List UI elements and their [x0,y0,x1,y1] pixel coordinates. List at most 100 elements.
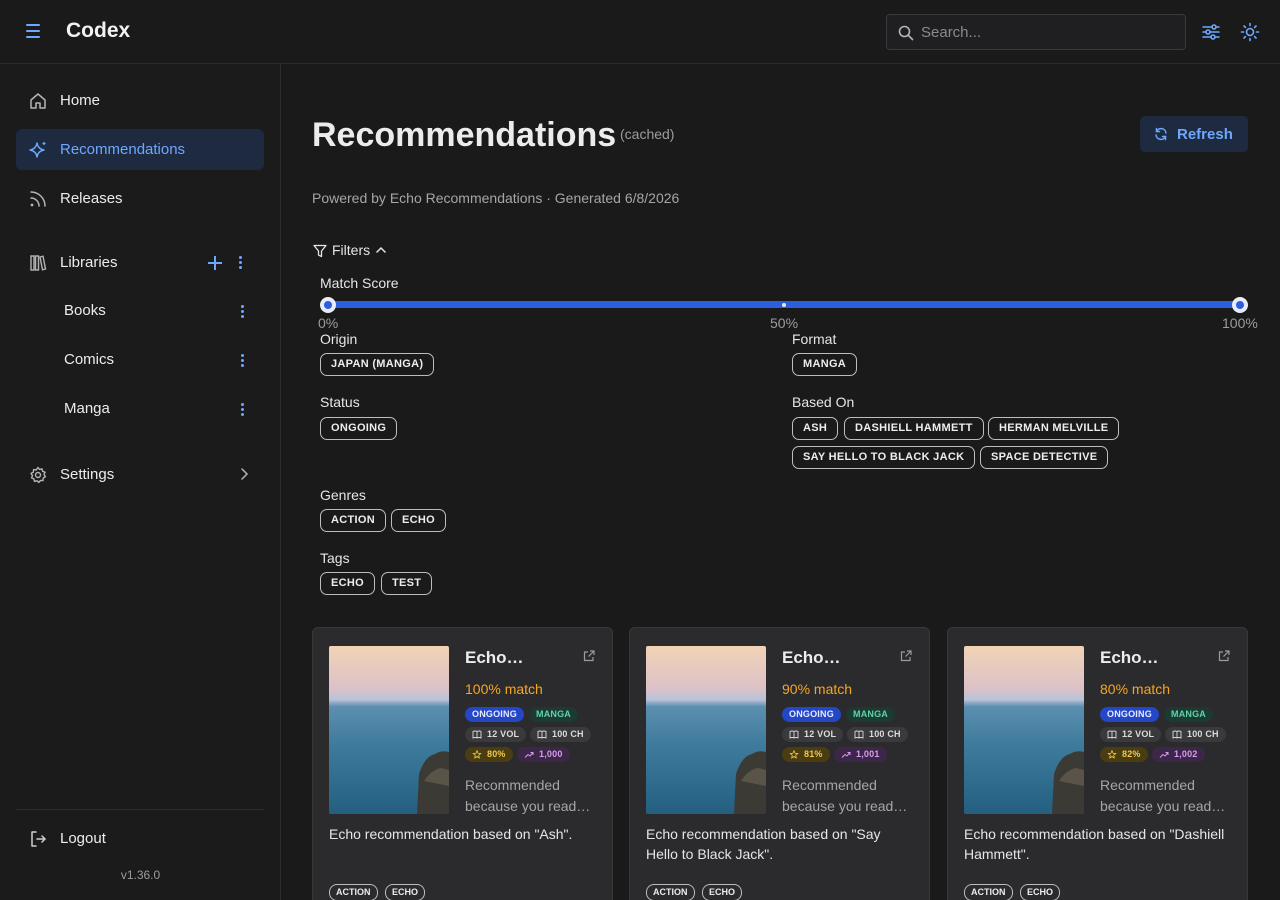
rss-icon [30,191,46,207]
sidebar-item-recommendations[interactable]: Recommendations [16,129,264,170]
volumes-badge: 12 VOL [782,727,844,742]
genre-tag: ACTION [964,884,1013,900]
trending-icon [524,752,534,758]
origin-label: Origin [320,331,358,347]
sidebar: Home Recommendations Releases Libraries … [0,64,281,900]
reason-line: Recommended [1100,777,1195,793]
slider-min-handle[interactable] [320,297,336,313]
based-on-chip[interactable]: SAY HELLO TO BLACK JACK [792,446,976,469]
book-icon [1172,730,1182,739]
format-badge: MANGA [1164,707,1213,722]
genre-chip[interactable]: ECHO [391,509,446,532]
library-item-books[interactable]: Books [16,291,264,331]
card-description: Echo recommendation based on "Dashiell H… [964,826,1225,862]
book-icon [1107,730,1117,739]
library-item-label: Books [64,302,106,319]
search-box[interactable] [886,14,1186,50]
card-title[interactable]: Echo… [1100,648,1159,668]
origin-chip[interactable]: JAPAN (MANGA) [320,353,435,376]
status-chip[interactable]: ONGOING [320,417,398,440]
slider-mid-label: 50% [770,315,799,331]
theme-toggle-icon[interactable] [1240,22,1260,42]
library-more-icon[interactable] [241,354,245,368]
chapters-value: 100 CH [1187,729,1219,739]
card-title[interactable]: Echo… [782,648,841,668]
card-description: Echo recommendation based on "Ash". [329,826,573,842]
format-badge: MANGA [846,707,895,722]
sidebar-item-libraries[interactable]: Libraries [16,242,264,283]
reason-line: because you read… [465,798,591,814]
add-library-icon[interactable] [208,256,222,270]
library-item-label: Comics [64,351,115,368]
format-chip[interactable]: MANGA [792,353,858,376]
reason-line: Recommended [782,777,877,793]
gear-icon [30,466,47,484]
popularity-badge: 1,002 [1152,747,1205,762]
library-more-icon[interactable] [241,403,245,417]
based-on-chip[interactable]: SPACE DETECTIVE [980,446,1109,469]
genres-label: Genres [320,487,366,503]
book-icon [789,730,799,739]
recommendation-reason: Recommended because you read… [782,775,914,817]
slider-max-label: 100% [1222,315,1258,331]
logout-label: Logout [60,830,106,847]
trending-icon [841,752,851,758]
reason-line: Recommended [465,777,560,793]
slider-max-handle[interactable] [1232,297,1248,313]
card-title[interactable]: Echo… [465,648,524,668]
rating-badge: 81% [782,747,830,762]
popularity-value: 1,000 [539,749,563,759]
status-badge: ONGOING [782,707,841,722]
sidebar-item-label: Releases [60,190,123,207]
sidebar-item-settings[interactable]: Settings [16,454,264,495]
recommendation-card[interactable]: Echo… 100% match ONGOING MANGA 12 VOL 10… [312,627,613,900]
libraries-more-icon[interactable] [239,256,243,270]
search-icon [898,25,914,41]
external-link-icon[interactable] [1218,650,1230,662]
external-link-icon[interactable] [583,650,595,662]
rating-badge: 82% [1100,747,1148,762]
sidebar-item-releases[interactable]: Releases [16,178,264,219]
app-title[interactable]: Codex [66,19,130,43]
cached-indicator: (cached) [620,126,675,142]
logout-button[interactable]: Logout [16,818,264,859]
format-label: Format [792,331,837,347]
sidebar-item-label: Recommendations [60,141,186,158]
match-score: 100% match [465,681,543,697]
genre-tag: ACTION [646,884,695,900]
tag-chip[interactable]: ECHO [320,572,375,595]
chapters-badge: 100 CH [1165,727,1226,742]
recommendation-card[interactable]: Echo… 90% match ONGOING MANGA 12 VOL 100… [629,627,930,900]
tag-chip[interactable]: TEST [381,572,433,595]
search-input[interactable] [921,15,1171,49]
library-item-comics[interactable]: Comics [16,340,264,380]
refresh-label: Refresh [1177,126,1233,143]
menu-icon[interactable] [22,20,44,44]
book-icon [854,730,864,739]
app-version: v1.36.0 [120,868,161,882]
refresh-icon [1155,127,1167,141]
sidebar-item-home[interactable]: Home [16,80,264,121]
cover-image [964,646,1084,814]
based-on-chip[interactable]: HERMAN MELVILLE [988,417,1120,440]
status-label: Status [320,394,360,410]
library-item-manga[interactable]: Manga [16,389,264,429]
sidebar-item-label: Home [60,92,101,109]
genre-chip[interactable]: ACTION [320,509,386,532]
library-more-icon[interactable] [241,305,245,319]
based-on-label: Based On [792,394,855,410]
refresh-button[interactable]: Refresh [1140,116,1248,152]
rating-value: 82% [1122,749,1141,759]
volumes-value: 12 VOL [1122,729,1155,739]
based-on-chip[interactable]: DASHIELL HAMMETT [844,417,984,440]
rating-value: 81% [804,749,823,759]
external-link-icon[interactable] [900,650,912,662]
based-on-chip[interactable]: ASH [792,417,839,440]
book-icon [472,730,482,739]
recommendation-reason: Recommended because you read… [465,775,597,817]
filter-settings-icon[interactable] [1201,22,1221,42]
cover-image [646,646,766,814]
book-icon [537,730,547,739]
powered-by-text: Powered by Echo Recommendations · Genera… [312,190,680,206]
recommendation-card[interactable]: Echo… 80% match ONGOING MANGA 12 VOL 100… [947,627,1248,900]
